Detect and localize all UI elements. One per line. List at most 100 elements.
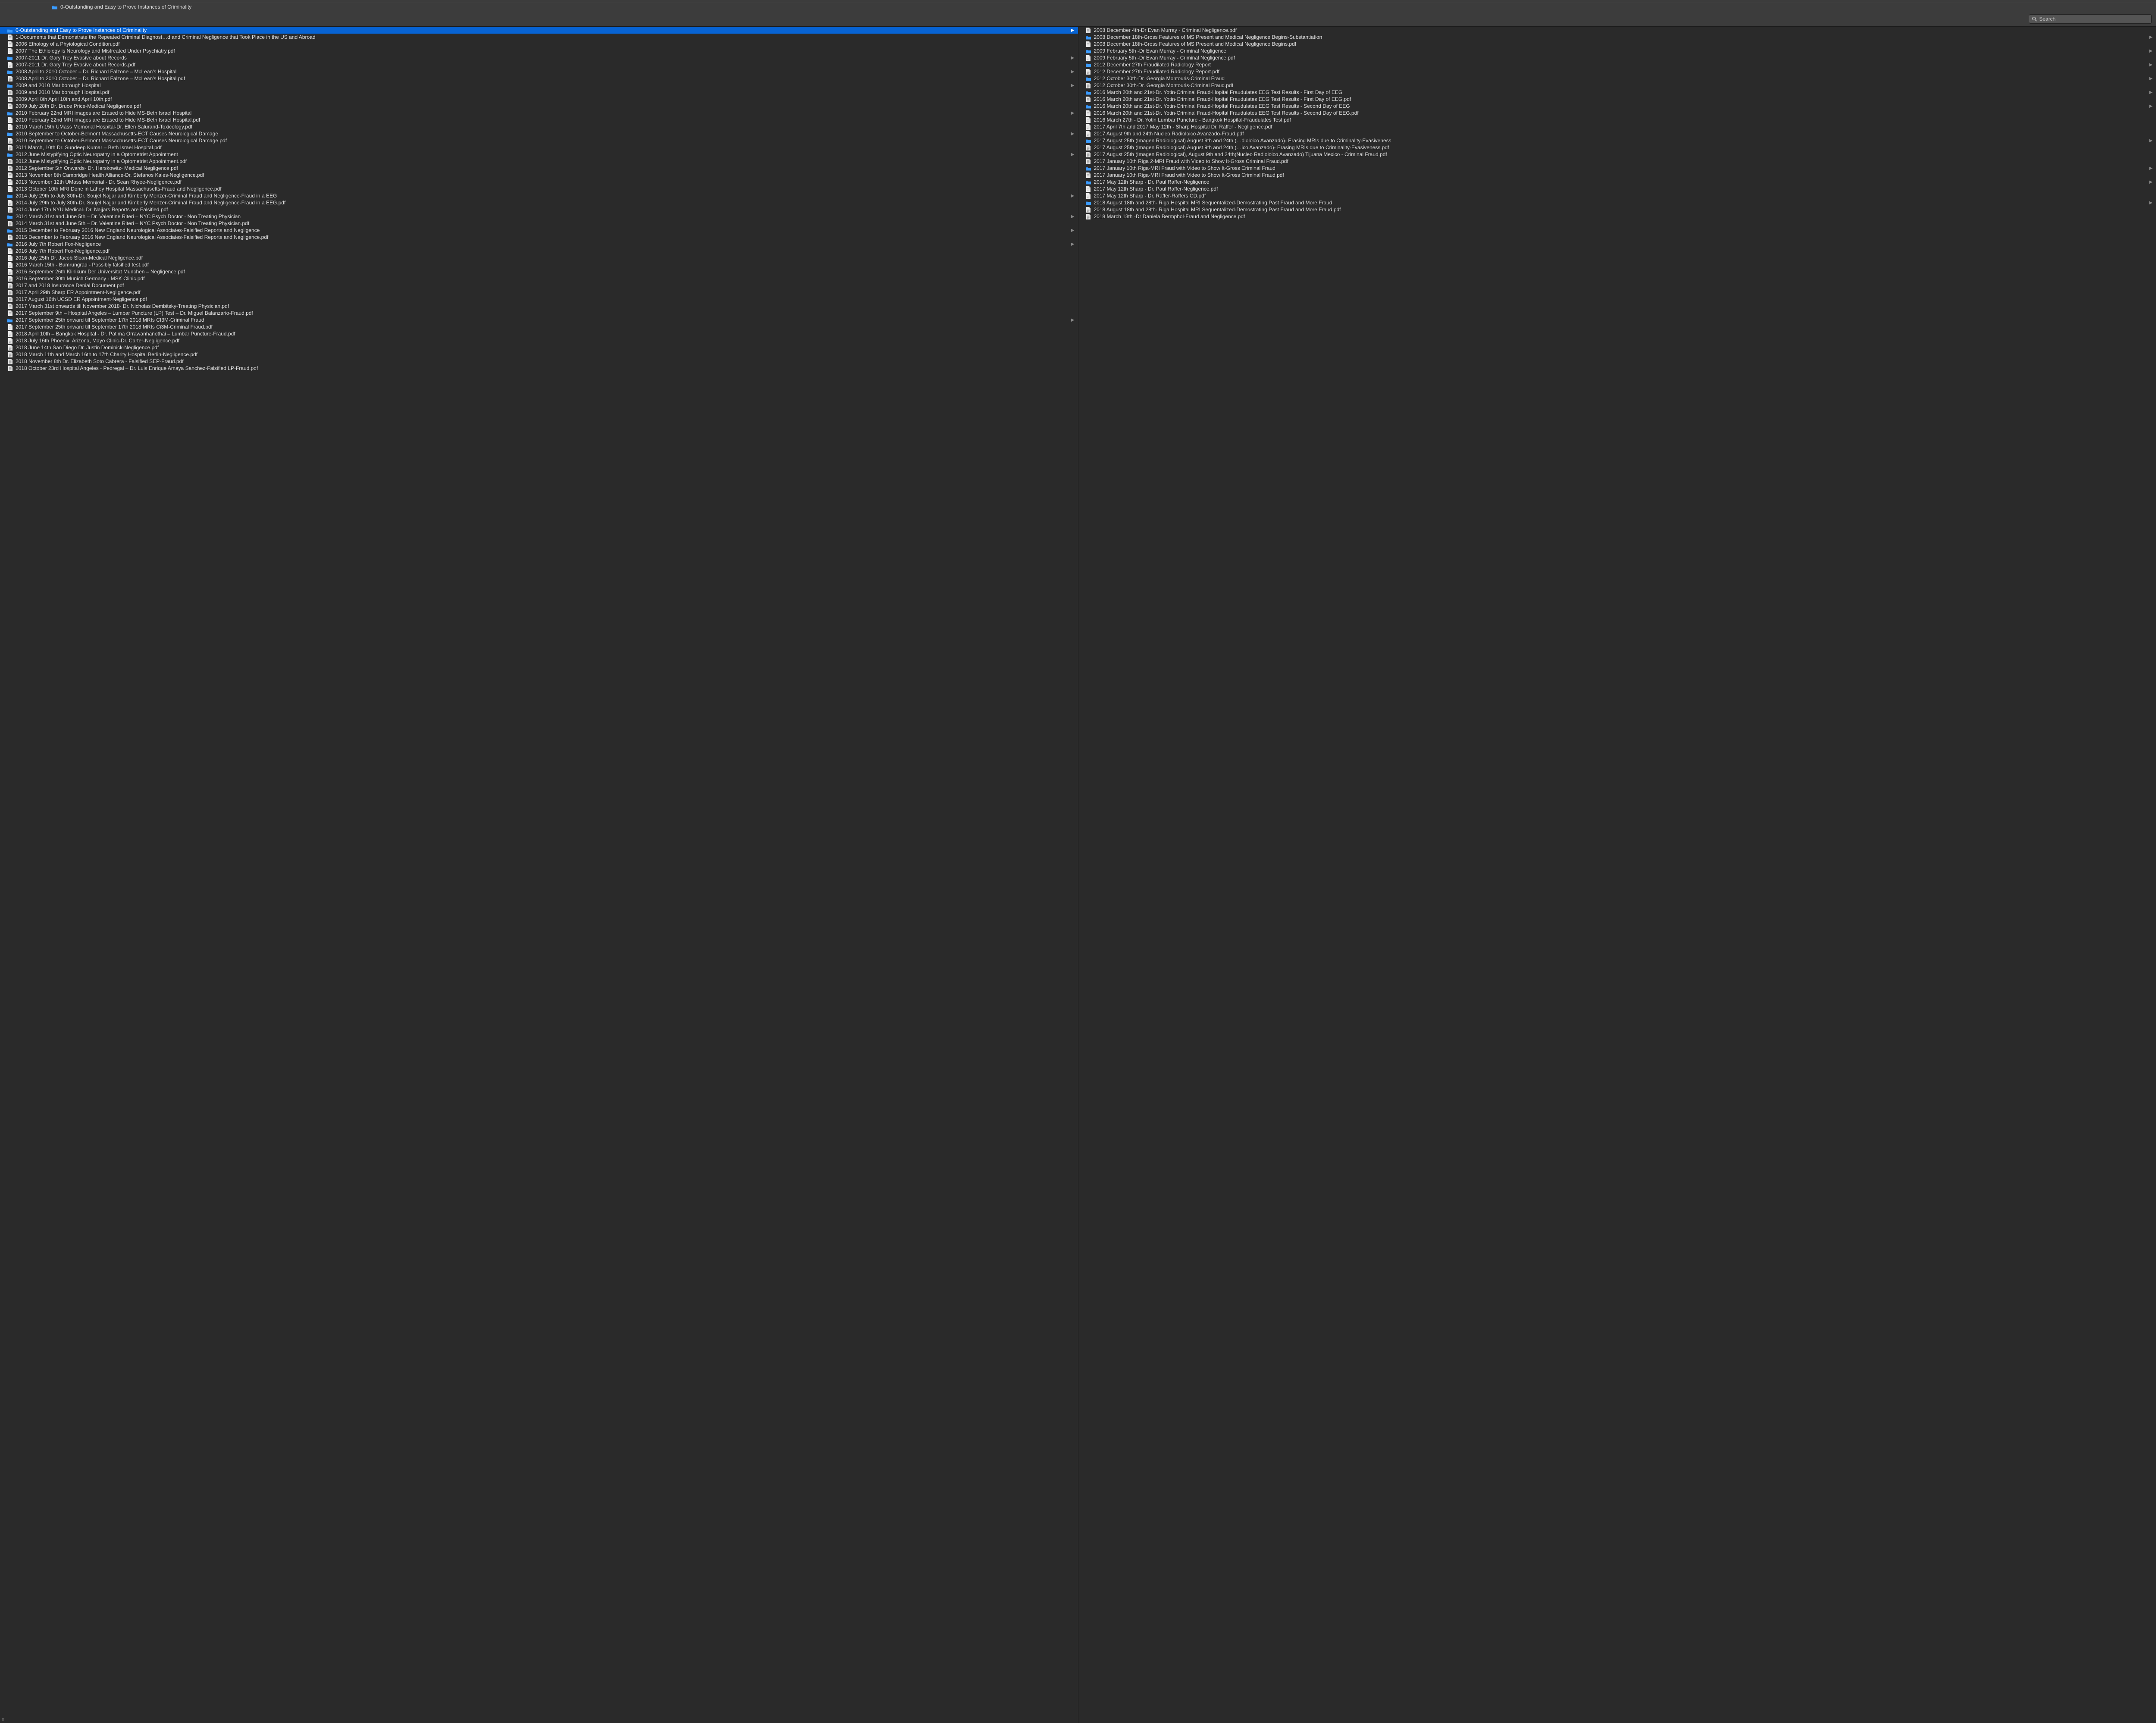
file-row[interactable]: 2010 September to October-Belmont Massac… [0,137,1078,144]
file-row[interactable]: 2017 August 25th (Imagen Radiological), … [1078,151,2156,158]
column-0[interactable]: 0-Outstanding and Easy to Prove Instance… [0,27,1078,1723]
search-input[interactable] [2039,16,2149,22]
folder-row[interactable]: 2008 December 18th-Gross Features of MS … [1078,34,2156,41]
folder-row[interactable]: 2018 August 18th and 28th- Riga Hospital… [1078,199,2156,206]
item-label: 2015 December to February 2016 New Engla… [16,227,1068,233]
file-row[interactable]: 2014 July 29th to July 30th-Dr. Soujel N… [0,199,1078,206]
file-row[interactable]: 2007 The Ethiology is Neurology and Mist… [0,47,1078,54]
file-row[interactable]: 2012 December 27th Fraudilated Radiology… [1078,68,2156,75]
folder-row[interactable]: 2009 and 2010 Marlborough Hospital▶ [0,82,1078,89]
item-label: 2017 August 9th and 24th Nucleo Radioloi… [1094,131,2153,137]
file-row[interactable]: 2016 September 30th Munich Germany - MSK… [0,275,1078,282]
item-label: 2017 September 25th onward till Septembe… [16,324,1075,330]
resize-handle-icon[interactable]: ⠿ [0,1718,6,1723]
file-row[interactable]: 2014 June 17th NYU Medical- Dr. Najjars … [0,206,1078,213]
item-label: 2007-2011 Dr. Gary Trey Evasive about Re… [16,55,1068,61]
file-row[interactable]: 2016 March 20th and 21st-Dr. Yotin-Crimi… [1078,96,2156,103]
file-row[interactable]: 2017 August 9th and 24th Nucleo Radioloi… [1078,130,2156,137]
item-label: 2009 February 5th -Dr Evan Murray - Crim… [1094,48,2146,54]
folder-icon [7,28,13,33]
file-row[interactable]: 2012 June Mistypifying Optic Neuropathy … [0,158,1078,165]
file-row[interactable]: 2018 March 13th -Dr Daniela Bermphol-Fra… [1078,213,2156,220]
folder-row[interactable]: 2010 February 22nd MRI images are Erased… [0,110,1078,116]
file-row[interactable]: 2016 September 26th Klinikum Der Univers… [0,268,1078,275]
folder-row[interactable]: 2012 June Mistypifying Optic Neuropathy … [0,151,1078,158]
file-row[interactable]: 2017 January 10th Riga-MRI Fraud with Vi… [1078,172,2156,179]
file-row[interactable]: 2017 and 2018 Insurance Denial Document.… [0,282,1078,289]
file-row[interactable]: 2009 April 8th April 10th and April 10th… [0,96,1078,103]
file-row[interactable]: 2016 July 25th Dr. Jacob Sloan-Medical N… [0,254,1078,261]
file-row[interactable]: 2017 September 9th – Hospital Angeles – … [0,310,1078,316]
column-1[interactable]: 2008 December 4th-Dr Evan Murray - Crimi… [1078,27,2156,1723]
item-label: 2010 February 22nd MRI images are Erased… [16,110,1068,116]
file-row[interactable]: 2017 January 10th Riga 2-MRI Fraud with … [1078,158,2156,165]
file-row[interactable]: 2018 April 10th – Bangkok Hospital - Dr.… [0,330,1078,337]
file-row[interactable]: 2015 December to February 2016 New Engla… [0,234,1078,241]
folder-row[interactable]: 0-Outstanding and Easy to Prove Instance… [0,27,1078,34]
item-label: 1-Documents that Demonstrate the Repeate… [16,34,1075,40]
folder-row[interactable]: 2015 December to February 2016 New Engla… [0,227,1078,234]
file-row[interactable]: 2016 March 27th - Dr. Yotin Lumbar Punct… [1078,116,2156,123]
file-row[interactable]: 2018 August 18th and 28th- Riga Hospital… [1078,206,2156,213]
folder-row[interactable]: 2016 March 20th and 21st-Dr. Yotin-Crimi… [1078,89,2156,96]
folder-row[interactable]: 2017 August 25th (Imagen Radiological) A… [1078,137,2156,144]
item-label: 2016 March 20th and 21st-Dr. Yotin-Crimi… [1094,110,2153,116]
file-row[interactable]: 2014 March 31st and June 5th – Dr. Valen… [0,220,1078,227]
folder-row[interactable]: 2008 April to 2010 October – Dr. Richard… [0,68,1078,75]
document-icon [7,269,13,275]
file-row[interactable]: 2016 July 7th Robert Fox-Negligence.pdf [0,247,1078,254]
file-row[interactable]: 2018 July 16th Phoenix, Arizona, Mayo Cl… [0,337,1078,344]
file-row[interactable]: 2017 April 7th and 2017 May 12th - Sharp… [1078,123,2156,130]
folder-row[interactable]: 2012 October 30th-Dr. Georgia Montouris-… [1078,75,2156,82]
document-icon [1085,97,1091,102]
folder-row[interactable]: 2012 December 27th Fraudilated Radiology… [1078,61,2156,68]
document-icon [7,207,13,213]
file-row[interactable]: 2006 Ethology of a Phyiological Conditio… [0,41,1078,47]
file-row[interactable]: 2018 October 23rd Hospital Angeles - Ped… [0,365,1078,372]
file-row[interactable]: 2008 April to 2010 October – Dr. Richard… [0,75,1078,82]
file-row[interactable]: 2017 April 29th Sharp ER Appointment-Neg… [0,289,1078,296]
file-row[interactable]: 2013 November 12th UMass Memorial - Dr. … [0,179,1078,185]
file-row[interactable]: 2009 February 5th -Dr Evan Murray - Crim… [1078,54,2156,61]
file-row[interactable]: 2008 December 4th-Dr Evan Murray - Crimi… [1078,27,2156,34]
folder-row[interactable]: 2007-2011 Dr. Gary Trey Evasive about Re… [0,54,1078,61]
folder-row[interactable]: 2010 September to October-Belmont Massac… [0,130,1078,137]
document-icon [1085,207,1091,213]
file-row[interactable]: 2017 March 31st onwards till November 20… [0,303,1078,310]
file-row[interactable]: 2017 August 16th UCSD ER Appointment-Neg… [0,296,1078,303]
file-row[interactable]: 2017 September 25th onward till Septembe… [0,323,1078,330]
file-row[interactable]: 2017 August 25th (Imagen Radiological) A… [1078,144,2156,151]
file-row[interactable]: 2012 October 30th-Dr. Georgia Montouris-… [1078,82,2156,89]
file-row[interactable]: 2013 October 10th MRI Done in Lahey Hosp… [0,185,1078,192]
file-row[interactable]: 2008 December 18th-Gross Features of MS … [1078,41,2156,47]
file-row[interactable]: 2012 September 5th Onwards- Dr. Herskowi… [0,165,1078,172]
folder-row[interactable]: 2009 February 5th -Dr Evan Murray - Crim… [1078,47,2156,54]
file-row[interactable]: 2010 February 22nd MRI images are Erased… [0,116,1078,123]
document-icon [1085,186,1091,192]
file-row[interactable]: 2013 November 8th Cambridge Health Allia… [0,172,1078,179]
folder-row[interactable]: 2014 July 29th to July 30th-Dr. Soujel N… [0,192,1078,199]
file-row[interactable]: 2018 November 8th Dr. Elizabeth Soto Cab… [0,358,1078,365]
folder-row[interactable]: 2017 May 12th Sharp - Dr. Paul Raffer-Ne… [1078,179,2156,185]
folder-row[interactable]: 2016 March 20th and 21st-Dr. Yotin-Crimi… [1078,103,2156,110]
folder-row[interactable]: 2016 July 7th Robert Fox-Negligence▶ [0,241,1078,247]
file-row[interactable]: 2017 May 12th Sharp - Dr. Paul Raffer-Ne… [1078,185,2156,192]
folder-icon [1085,138,1091,143]
chevron-right-icon: ▶ [2148,76,2153,81]
folder-row[interactable]: 2014 March 31st and June 5th – Dr. Valen… [0,213,1078,220]
file-row[interactable]: 2010 March 15th UMass Memorial Hospital-… [0,123,1078,130]
search-field[interactable] [2029,14,2152,24]
folder-row[interactable]: 2017 January 10th Riga-MRI Fraud with Vi… [1078,165,2156,172]
file-row[interactable]: 2017 May 12th Sharp - Dr. Raffer-Raffers… [1078,192,2156,199]
file-row[interactable]: 2018 March 11th and March 16th to 17th C… [0,351,1078,358]
file-row[interactable]: 2016 March 20th and 21st-Dr. Yotin-Crimi… [1078,110,2156,116]
item-label: 2018 July 16th Phoenix, Arizona, Mayo Cl… [16,338,1075,344]
folder-row[interactable]: 2017 September 25th onward till Septembe… [0,316,1078,323]
file-row[interactable]: 1-Documents that Demonstrate the Repeate… [0,34,1078,41]
file-row[interactable]: 2018 June 14th San Diego Dr. Justin Domi… [0,344,1078,351]
file-row[interactable]: 2009 and 2010 Marlborough Hospital.pdf [0,89,1078,96]
file-row[interactable]: 2011 March, 10th Dr. Sundeep Kumar – Bet… [0,144,1078,151]
file-row[interactable]: 2009 July 28th Dr. Bruce Price-Medical N… [0,103,1078,110]
file-row[interactable]: 2007-2011 Dr. Gary Trey Evasive about Re… [0,61,1078,68]
file-row[interactable]: 2016 March 15th - Bumrungrad - Possibly … [0,261,1078,268]
